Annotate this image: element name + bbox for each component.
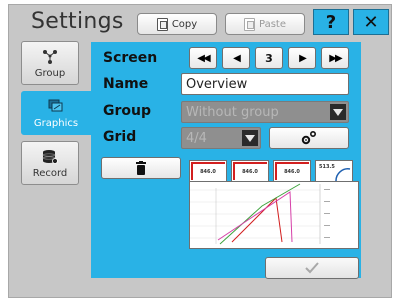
paste-button[interactable]: Paste [225, 13, 305, 35]
thumbnail-bar [233, 162, 267, 164]
nav-item-record-label: Record [32, 167, 68, 179]
chevron-down-icon [330, 104, 346, 120]
double-right-arrow-icon: ▶▶ [329, 52, 342, 64]
right-arrow-icon: ▶ [299, 52, 307, 64]
copy-label: Copy [171, 18, 198, 30]
checkmark-icon [305, 262, 319, 274]
group-select-value: Without group [186, 104, 279, 120]
screen-label: Screen [103, 50, 158, 66]
nav-item-graphics[interactable]: Graphics [21, 91, 91, 135]
settings-window: Settings Copy Paste ? ✕ Group Graphics R… [8, 4, 392, 298]
delete-button[interactable] [101, 157, 181, 179]
confirm-button[interactable] [265, 257, 359, 279]
last-screen-button[interactable]: ▶▶ [321, 47, 349, 69]
screen-number: 3 [255, 47, 283, 69]
grid-settings-button[interactable] [269, 127, 349, 149]
prev-screen-button[interactable]: ◀ [222, 47, 250, 69]
first-screen-button[interactable]: ◀◀ [189, 47, 217, 69]
copy-button[interactable]: Copy [137, 13, 217, 35]
nav-item-group-label: Group [34, 67, 66, 79]
name-input[interactable]: Overview [181, 73, 349, 95]
thumbnail-value-1[interactable]: 846.0 [189, 160, 227, 182]
left-arrow-icon: ◀ [233, 52, 241, 64]
thumbnail-value-3[interactable]: 846.0 [273, 160, 311, 182]
nav-item-group[interactable]: Group [21, 41, 79, 85]
close-icon: ✕ [363, 11, 379, 33]
paste-label: Paste [259, 18, 286, 30]
double-left-arrow-icon: ◀◀ [197, 52, 210, 64]
thumbnail-value: 846.0 [242, 169, 258, 175]
group-icon [41, 48, 59, 66]
close-button[interactable]: ✕ [353, 9, 389, 35]
gauge-icon [335, 168, 351, 181]
thumbnail-value: 846.0 [200, 169, 216, 175]
thumbnail-value-2[interactable]: 846.0 [231, 160, 269, 182]
graphics-icon [47, 98, 65, 116]
paste-icon [244, 17, 255, 31]
page-title: Settings [31, 9, 124, 34]
help-icon: ? [325, 11, 337, 33]
trend-preview-graphic [190, 183, 330, 245]
chevron-down-icon [242, 130, 258, 146]
thumbnail-gauge[interactable]: 513.5 [315, 160, 353, 182]
trend-preview [189, 181, 359, 249]
thumbnail-bar [191, 162, 225, 164]
grid-select-value: 4/4 [186, 130, 207, 146]
record-icon [41, 148, 59, 166]
thumbnail-bar [275, 162, 309, 164]
name-label: Name [103, 76, 149, 92]
group-label: Group [103, 103, 152, 119]
thumbnail-value: 846.0 [284, 169, 300, 175]
nav-item-record[interactable]: Record [21, 141, 79, 185]
help-button[interactable]: ? [313, 9, 349, 35]
gears-icon [301, 130, 317, 145]
grid-label: Grid [103, 129, 137, 145]
next-screen-button[interactable]: ▶ [288, 47, 316, 69]
copy-icon [156, 17, 168, 31]
group-select[interactable]: Without group [181, 101, 349, 123]
trash-icon [136, 161, 146, 175]
nav-item-graphics-label: Graphics [33, 117, 79, 129]
